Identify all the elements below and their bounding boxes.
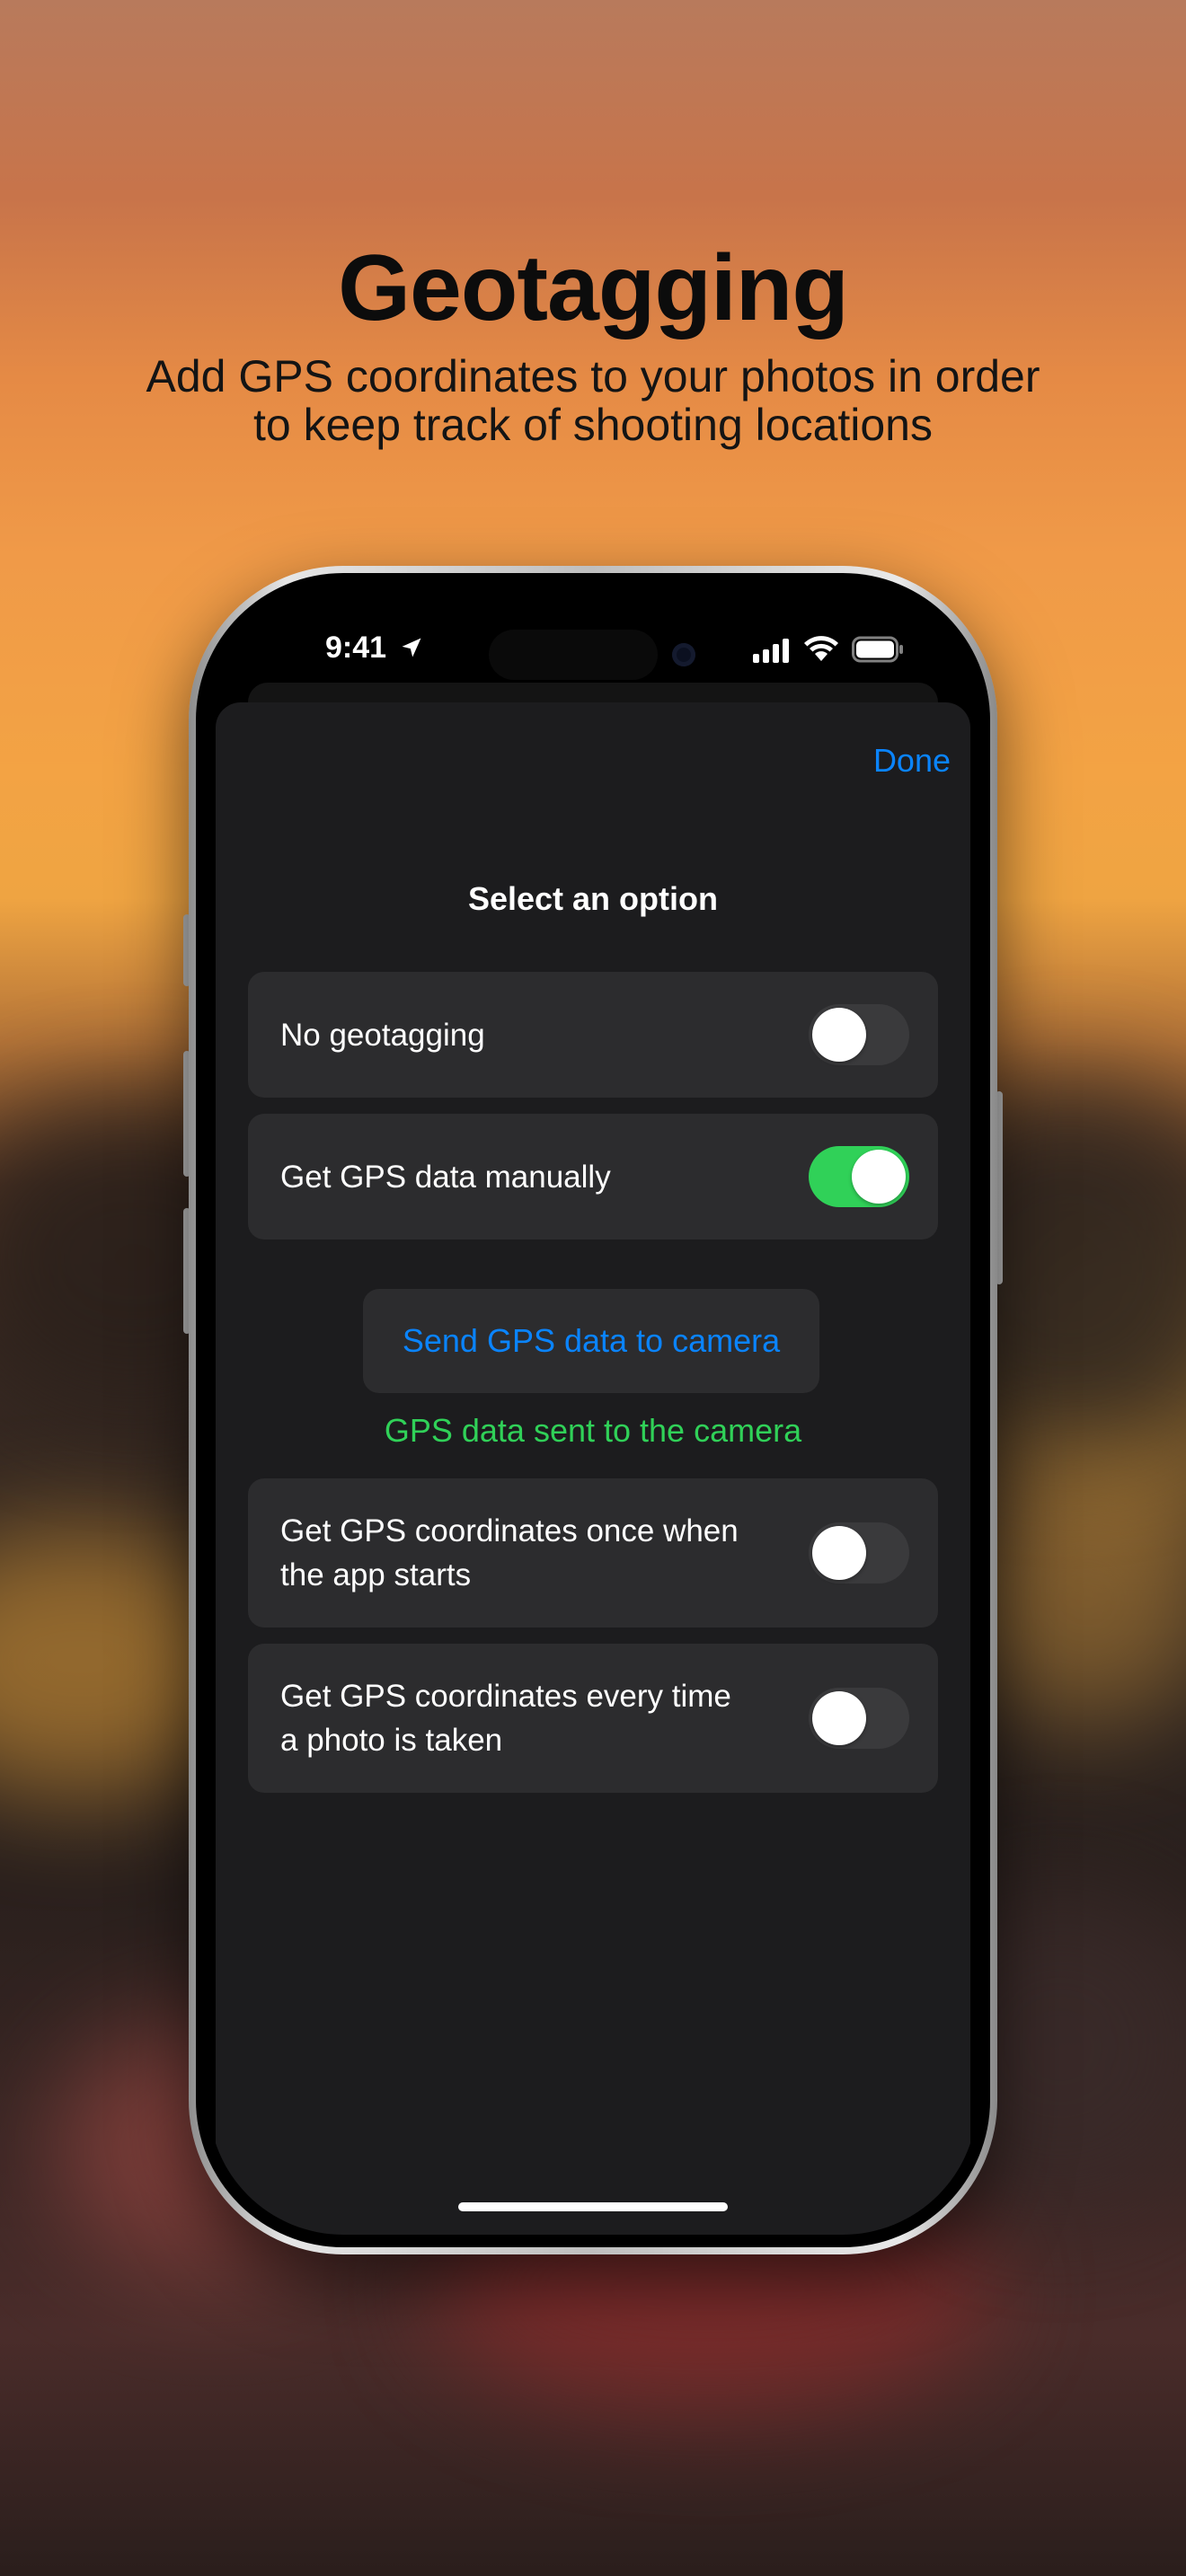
gps-every-photo-toggle[interactable] bbox=[809, 1688, 909, 1749]
wifi-icon bbox=[804, 636, 838, 661]
send-status-text: GPS data sent to the camera bbox=[384, 1412, 802, 1449]
phone-screen: 9:41 Done Select an option No geotagging… bbox=[208, 586, 978, 2235]
toggle-knob bbox=[812, 1526, 866, 1580]
manual-gps-toggle[interactable] bbox=[809, 1146, 909, 1207]
toggle-knob bbox=[812, 1691, 866, 1745]
option-label-line-1: Get GPS coordinates once when bbox=[280, 1513, 739, 1548]
promo-subtitle-line-2: to keep track of shooting locations bbox=[252, 400, 933, 450]
option-row-gps-on-start[interactable]: Get GPS coordinates once when the app st… bbox=[248, 1478, 938, 1628]
option-label: No geotagging bbox=[280, 1018, 485, 1053]
dynamic-island bbox=[489, 630, 658, 680]
option-row-no-geotagging[interactable]: No geotagging bbox=[248, 972, 938, 1098]
promo-subtitle: Add GPS coordinates to your photos in or… bbox=[54, 352, 1132, 449]
options-sheet: Done Select an option No geotagging Get … bbox=[216, 702, 970, 2235]
option-label-line-2: a photo is taken bbox=[280, 1723, 503, 1758]
send-gps-button[interactable]: Send GPS data to camera bbox=[363, 1289, 819, 1393]
promo-canvas: Geotagging Add GPS coordinates to your p… bbox=[0, 0, 1186, 2576]
option-label: Get GPS coordinates once when the app st… bbox=[280, 1509, 783, 1597]
home-indicator[interactable] bbox=[458, 2202, 728, 2211]
toggle-knob bbox=[812, 1008, 866, 1062]
option-row-manual-gps[interactable]: Get GPS data manually bbox=[248, 1114, 938, 1239]
option-row-gps-every-photo[interactable]: Get GPS coordinates every time a photo i… bbox=[248, 1644, 938, 1793]
done-button[interactable]: Done bbox=[873, 742, 951, 780]
toggle-knob bbox=[852, 1150, 906, 1204]
sheet-title: Select an option bbox=[467, 880, 719, 917]
status-time: 9:41 bbox=[325, 631, 387, 665]
option-label-line-2: the app starts bbox=[280, 1557, 472, 1592]
no-geotagging-toggle[interactable] bbox=[809, 1004, 909, 1065]
promo-subtitle-line-1: Add GPS coordinates to your photos in or… bbox=[146, 351, 1040, 401]
option-label: Get GPS coordinates every time a photo i… bbox=[280, 1674, 783, 1762]
front-camera bbox=[672, 643, 695, 666]
option-label-line-1: Get GPS coordinates every time bbox=[280, 1679, 731, 1714]
option-label: Get GPS data manually bbox=[280, 1160, 611, 1195]
gps-on-start-toggle[interactable] bbox=[809, 1522, 909, 1584]
battery-icon bbox=[852, 636, 903, 663]
promo-title: Geotagging bbox=[338, 236, 849, 340]
cellular-signal-icon bbox=[753, 639, 789, 663]
location-arrow-icon bbox=[402, 638, 421, 657]
